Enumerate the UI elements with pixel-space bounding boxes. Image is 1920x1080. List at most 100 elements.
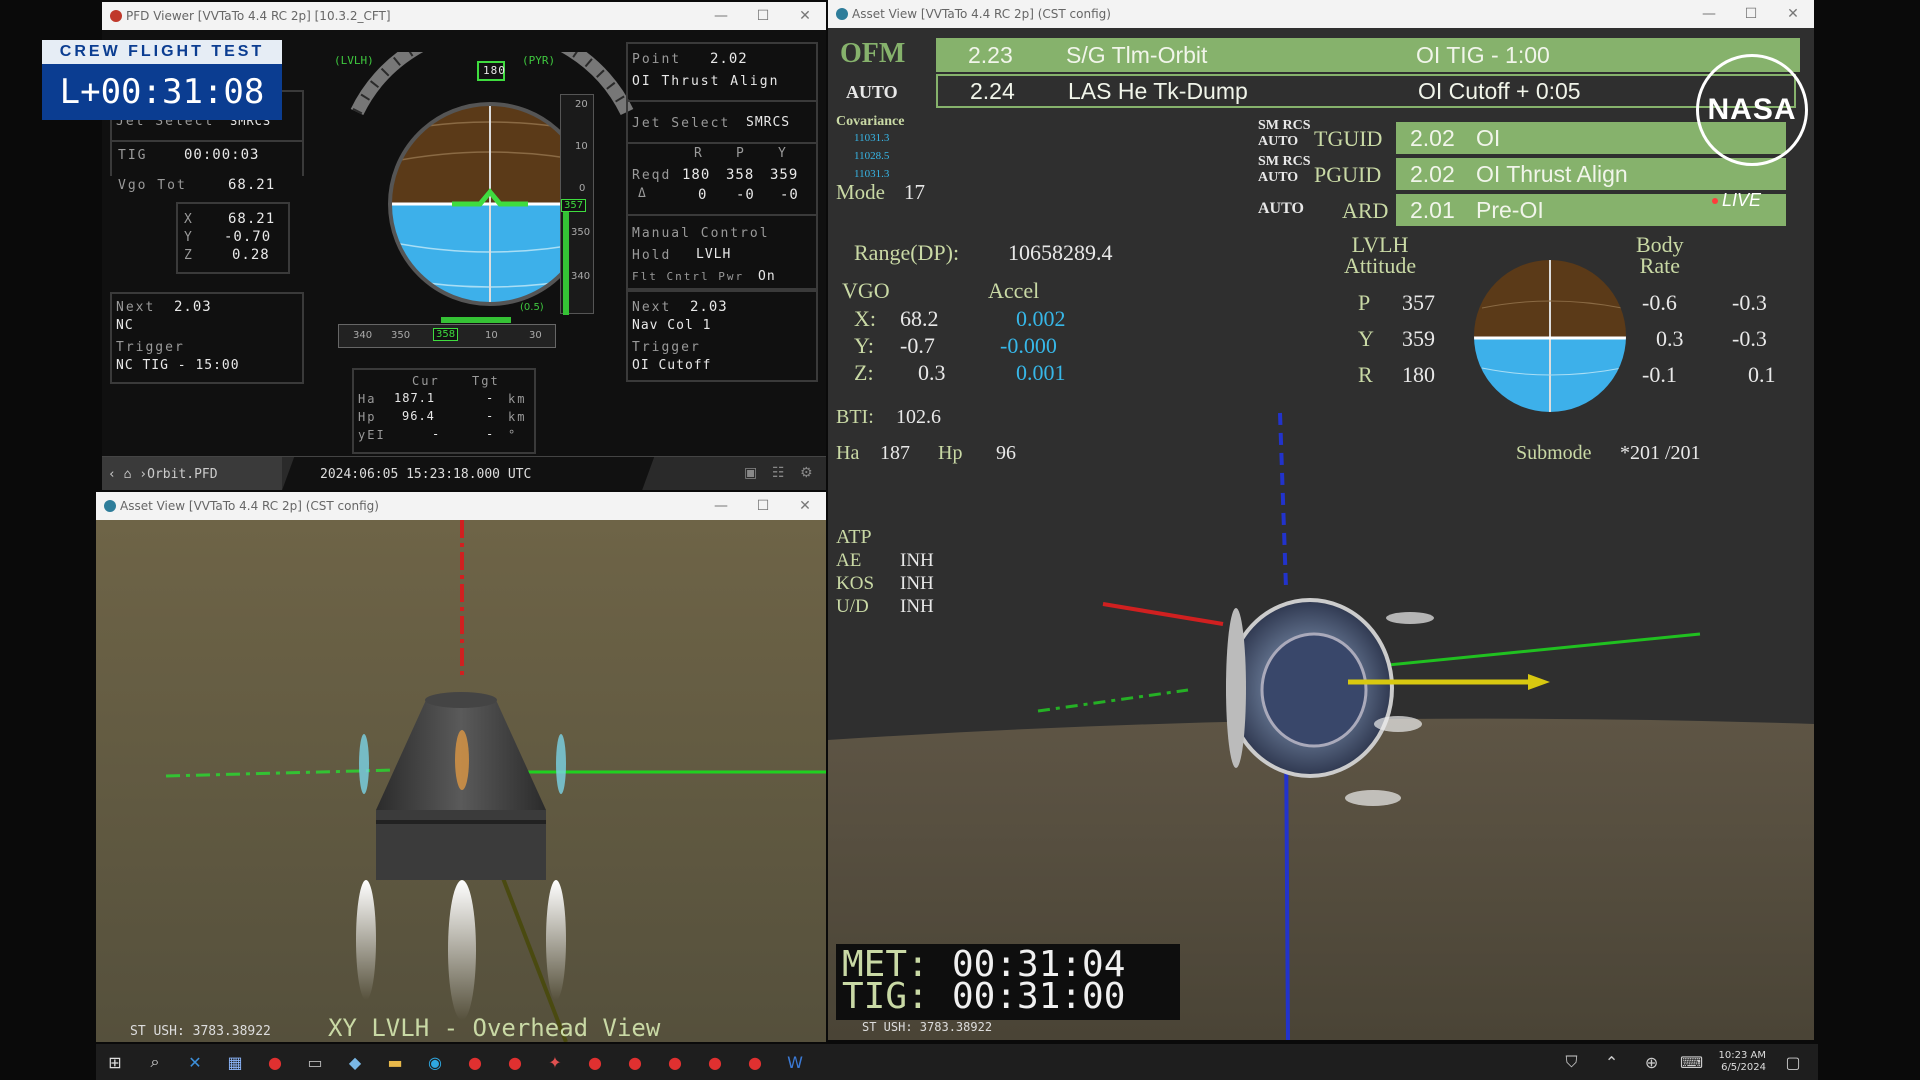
vgo-tot-value: 68.21 <box>228 177 276 193</box>
close-button[interactable]: ✕ <box>784 492 826 520</box>
submode-label: Submode <box>1516 442 1592 464</box>
chevron-up-icon[interactable]: ⌃ <box>1599 1049 1625 1075</box>
adi-attitude-indicator <box>350 52 634 306</box>
seq-2-num: 2.24 <box>970 77 1015 104</box>
windows-start-icon[interactable]: ⊞ <box>102 1049 128 1075</box>
overhead-3d-scene <box>96 520 826 1042</box>
tape-tick-4: 350 <box>571 227 591 238</box>
multicolor-app-icon[interactable]: ✦ <box>542 1049 568 1075</box>
red-app-icon[interactable]: ● <box>662 1049 688 1075</box>
ha-row-label: Ha <box>358 392 377 406</box>
pguid-label: PGUID <box>1314 162 1382 187</box>
red-app-icon[interactable]: ● <box>262 1049 288 1075</box>
hp-row-tgt: - <box>486 409 495 423</box>
z-label: Z <box>184 248 194 263</box>
bti-label: BTI: <box>836 406 874 428</box>
yei-row-unit: ° <box>508 428 518 442</box>
hold-label: Hold <box>632 248 672 263</box>
red-app-icon[interactable]: ● <box>622 1049 648 1075</box>
pfd-titlebar[interactable]: PFD Viewer [VVTaTo 4.4 RC 2p] [10.3.2_CF… <box>102 2 826 30</box>
body-rate-label: Body Rate <box>1636 232 1684 278</box>
hold-value: LVLH <box>696 247 732 262</box>
asset-right-titlebar[interactable]: Asset View [VVTaTo 4.4 RC 2p] (CST confi… <box>828 0 1814 28</box>
accel-z-value: 0.001 <box>1016 360 1066 385</box>
atp-ud-value: INH <box>900 596 934 617</box>
edge-browser-icon[interactable]: ◉ <box>422 1049 448 1075</box>
point-name: OI Thrust Align <box>632 74 780 89</box>
xapp-icon[interactable]: ✕ <box>182 1049 208 1075</box>
flt-cntrl-value: On <box>758 269 776 284</box>
ard-auto: AUTO <box>1258 200 1304 217</box>
covariance-label: Covariance <box>836 114 905 129</box>
atp-kos-label: KOS <box>836 573 875 594</box>
red-app-icon[interactable]: ● <box>582 1049 608 1075</box>
close-button[interactable]: ✕ <box>784 2 826 30</box>
rate-p-2: -0.3 <box>1732 290 1767 315</box>
delta-p: -0 <box>736 187 755 203</box>
htape-tick-4: 30 <box>529 330 542 341</box>
htape-tick-3: 10 <box>485 330 498 341</box>
network-icon[interactable]: ⊕ <box>1639 1049 1665 1075</box>
y-header: Y <box>778 146 788 161</box>
pfd-path[interactable]: ‹ ⌂ ›Orbit.PFD <box>108 467 218 482</box>
seq-2-name: LAS He Tk-Dump <box>1068 77 1248 104</box>
keyboard-icon[interactable]: ⌨ <box>1679 1049 1705 1075</box>
close-button[interactable]: ✕ <box>1772 0 1814 28</box>
maximize-button[interactable]: ☐ <box>742 492 784 520</box>
explorer-icon[interactable]: ◆ <box>342 1049 368 1075</box>
minimize-button[interactable]: — <box>1688 0 1730 28</box>
delta-label: Δ <box>638 186 648 201</box>
ha-value: 187 <box>880 442 910 464</box>
red-app-icon[interactable]: ● <box>462 1049 488 1075</box>
red-app-icon[interactable]: ● <box>502 1049 528 1075</box>
search-icon[interactable]: ⌕ <box>142 1049 168 1075</box>
next-sub: NC <box>116 318 134 333</box>
next-label: Next <box>116 300 156 315</box>
tig-label: TIG <box>118 148 148 163</box>
minimize-button[interactable]: — <box>700 492 742 520</box>
minimize-button[interactable]: — <box>700 2 742 30</box>
atp-ae-value: INH <box>900 550 934 571</box>
trigger-value: NC TIG - 15:00 <box>116 358 240 373</box>
att-r-axis: R <box>1358 362 1373 387</box>
image-icon[interactable]: ▣ <box>744 465 757 481</box>
y-value: -0.70 <box>224 229 272 245</box>
hp-row-label: Hp <box>358 410 377 424</box>
vgo-x-axis: X: <box>854 306 876 331</box>
seq-2-time: OI Cutoff + 0:05 <box>1418 77 1581 104</box>
rate-y-1: 0.3 <box>1656 326 1684 351</box>
terminal-icon[interactable]: ▭ <box>302 1049 328 1075</box>
folder-icon[interactable]: ▬ <box>382 1049 408 1075</box>
asset-left-titlebar[interactable]: Asset View [VVTaTo 4.4 RC 2p] (CST confi… <box>96 492 826 520</box>
layout-icon[interactable]: ☷ <box>772 465 785 481</box>
red-app-icon[interactable]: ● <box>702 1049 728 1075</box>
maximize-button[interactable]: ☐ <box>742 2 784 30</box>
seq-row-2: 2.24 LAS He Tk-Dump OI Cutoff + 0:05 <box>936 74 1796 108</box>
bti-value: 102.6 <box>896 406 941 428</box>
word-icon[interactable]: W <box>782 1049 808 1075</box>
rate-p-1: -0.6 <box>1642 290 1677 315</box>
gear-icon[interactable]: ⚙ <box>800 465 813 481</box>
atp-ud-label: U/D <box>836 596 869 617</box>
maximize-button[interactable]: ☐ <box>1730 0 1772 28</box>
htape-tick-1: 350 <box>391 330 411 341</box>
jet-select-right-value: SMRCS <box>746 115 791 130</box>
seq-1-name: S/G Tlm-Orbit <box>1066 41 1208 68</box>
att-y-value: 359 <box>1402 326 1435 351</box>
lvlh-attitude-label: LVLH Attitude <box>1344 232 1417 278</box>
seq-row-1: 2.23 S/G Tlm-Orbit OI TIG - 1:00 <box>936 38 1800 72</box>
hp-row-cur: 96.4 <box>402 409 435 423</box>
ha-row-unit: km <box>508 392 527 406</box>
red-app-icon[interactable]: ● <box>742 1049 768 1075</box>
notification-icon[interactable]: ▢ <box>1780 1049 1806 1075</box>
mini-attitude-ball <box>1474 260 1626 412</box>
range-label: Range(DP): <box>854 240 960 265</box>
trigger-right-label: Trigger <box>632 340 701 355</box>
task-view-icon[interactable]: ▦ <box>222 1049 248 1075</box>
manual-control-label: Manual Control <box>632 226 770 241</box>
pfd-window-title: PFD Viewer [VVTaTo 4.4 RC 2p] [10.3.2_CF… <box>126 9 391 23</box>
taskbar-clock[interactable]: 10:23 AM 6/5/2024 <box>1719 1050 1766 1074</box>
vgo-y-value: -0.7 <box>900 333 935 358</box>
hp-row-unit: km <box>508 410 527 424</box>
shield-icon[interactable]: ⛉ <box>1559 1049 1585 1075</box>
